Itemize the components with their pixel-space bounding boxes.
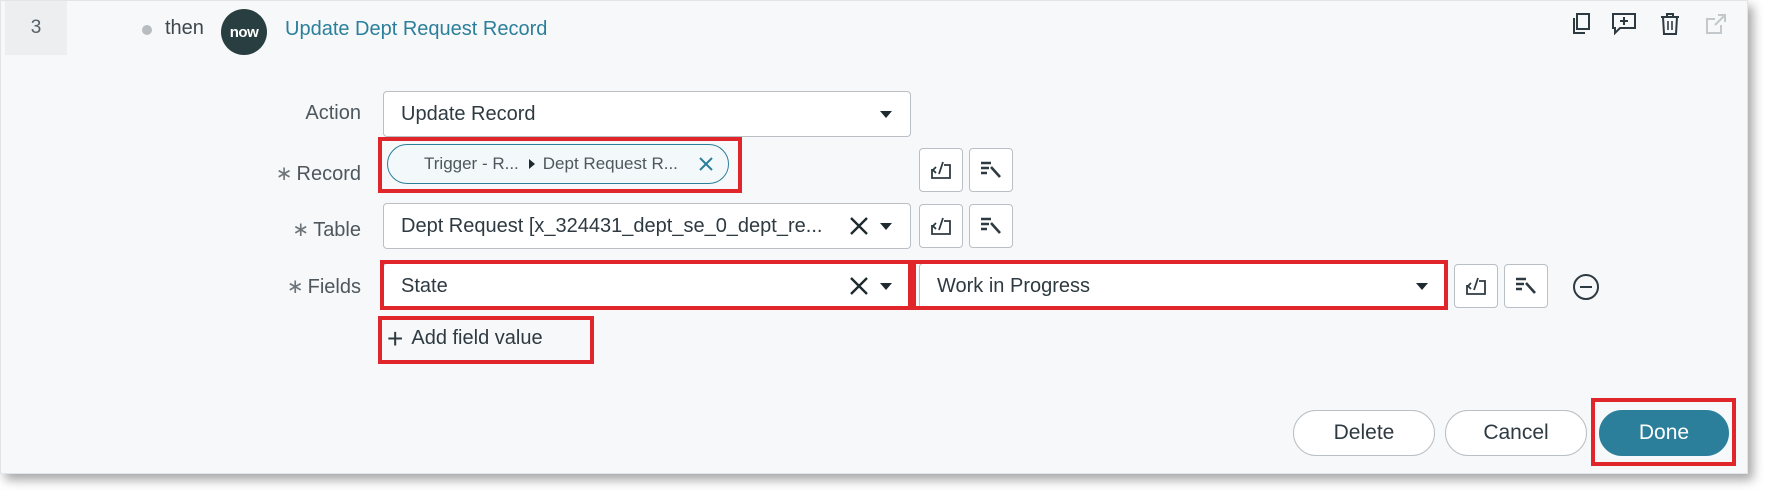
add-field-value-label: Add field value (411, 327, 543, 349)
required-icon: ∗ (292, 219, 310, 241)
table-label: ∗ Table (161, 217, 361, 242)
table-value: Dept Request [x_324431_dept_se_0_dept_re… (401, 214, 823, 237)
chevron-down-icon (880, 283, 892, 290)
clear-icon[interactable] (848, 215, 870, 237)
bullet-icon (142, 25, 152, 35)
script-icon (931, 161, 951, 179)
field-value-text: Work in Progress (937, 274, 1091, 297)
required-icon: ∗ (286, 276, 304, 298)
step-number: 3 (5, 1, 67, 55)
step-connector: then (165, 17, 204, 39)
table-select[interactable]: Dept Request [x_324431_dept_se_0_dept_re… (383, 203, 911, 249)
delete-button[interactable]: Delete (1293, 410, 1435, 456)
field-name-value: State (401, 274, 448, 297)
open-external-icon[interactable] (1702, 9, 1730, 39)
required-icon: ∗ (275, 163, 293, 185)
data-pill-picker-icon (1516, 277, 1536, 294)
data-pill-picker-button[interactable] (969, 148, 1013, 192)
pill-part-trigger: Trigger - R... (424, 154, 519, 173)
pill-part-record: Dept Request R... (542, 154, 678, 173)
table-label-text: Table (313, 219, 361, 241)
chevron-down-icon (880, 223, 892, 230)
script-toggle-button[interactable] (1454, 264, 1498, 308)
fields-label: ∗ Fields (161, 274, 361, 299)
data-pill-picker-button[interactable] (969, 204, 1013, 248)
action-select[interactable]: Update Record (383, 91, 911, 137)
data-pill-picker-button[interactable] (1504, 264, 1548, 308)
action-label: Action (305, 102, 361, 124)
record-label: ∗ Record (161, 161, 361, 186)
plus-icon: + (387, 322, 404, 354)
add-comment-icon[interactable] (1610, 9, 1638, 39)
copy-icon[interactable] (1568, 9, 1596, 39)
chevron-down-icon (880, 111, 892, 118)
field-value-select[interactable]: Work in Progress (919, 263, 1447, 309)
flow-step-card: 3 then now Update Dept Request Record Ac… (0, 0, 1748, 474)
field-name-select[interactable]: State (383, 263, 911, 309)
remove-pill-icon[interactable] (696, 154, 716, 174)
data-pill-picker-icon (981, 161, 1001, 178)
script-icon (1466, 277, 1486, 295)
remove-field-icon[interactable] (1573, 274, 1599, 300)
caret-right-icon (528, 159, 535, 169)
data-pill-picker-icon (981, 217, 1001, 234)
script-toggle-button[interactable] (919, 204, 963, 248)
add-field-value-button[interactable]: + Add field value (387, 322, 543, 354)
fields-label-text: Fields (307, 276, 361, 298)
clear-icon[interactable] (848, 275, 870, 297)
script-icon (931, 217, 951, 235)
record-label-text: Record (296, 163, 361, 185)
record-data-pill[interactable]: Trigger - R... Dept Request R... (387, 144, 729, 184)
chevron-down-icon (1416, 283, 1428, 290)
step-title[interactable]: Update Dept Request Record (285, 18, 547, 41)
delete-icon[interactable] (1656, 9, 1684, 39)
servicenow-logo: now (221, 9, 267, 55)
done-button[interactable]: Done (1599, 410, 1729, 456)
action-value: Update Record (401, 102, 536, 125)
script-toggle-button[interactable] (919, 148, 963, 192)
cancel-button[interactable]: Cancel (1445, 410, 1587, 456)
